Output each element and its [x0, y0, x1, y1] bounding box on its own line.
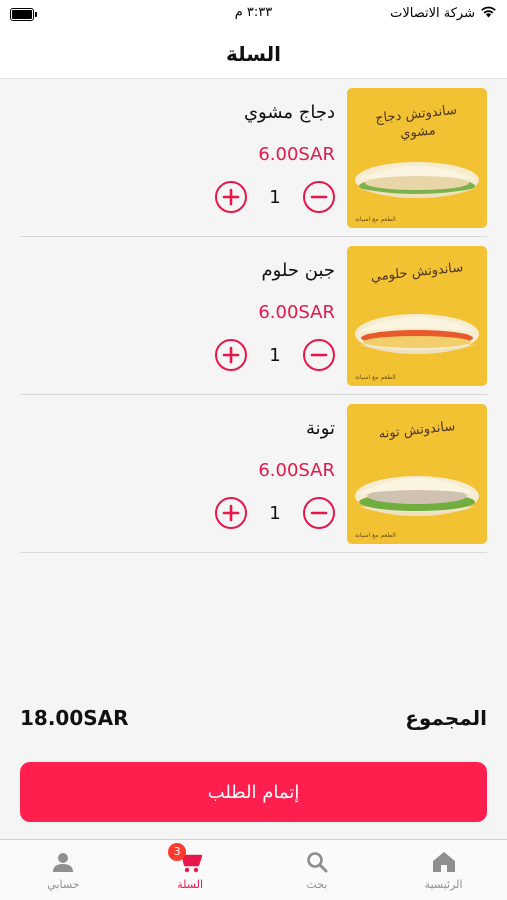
product-image-footer: الطعم مع اسيانة	[355, 532, 396, 539]
item-name: جبن حلوم	[261, 260, 335, 281]
tab-bar: حسابي 3 السلة بحث الرئيسية	[0, 839, 507, 900]
quantity-value: 1	[269, 344, 281, 366]
wifi-icon	[480, 5, 497, 22]
item-price: 6.00SAR	[258, 144, 335, 165]
tab-label: حسابي	[47, 877, 80, 891]
quantity-stepper: 1	[215, 180, 335, 214]
increase-quantity-button[interactable]	[215, 497, 247, 529]
cart-icon: 3	[168, 842, 203, 874]
sandwich-illustration	[355, 476, 479, 516]
nav-bar: السلة	[0, 30, 507, 79]
status-bar: ٣:٣٣ م شركة الاتصالات	[0, 0, 507, 30]
product-image[interactable]: ساندوتش حلومي الطعم مع اسيانة	[347, 246, 487, 386]
increase-quantity-button[interactable]	[215, 339, 247, 371]
item-price: 6.00SAR	[258, 460, 335, 481]
plus-icon	[222, 504, 240, 522]
home-icon	[431, 850, 457, 874]
cart-list: ساندوتش دجاج مشوي الطعم مع اسيانة دجاج م…	[20, 88, 487, 553]
decrease-quantity-button[interactable]	[302, 181, 335, 213]
cart-item: ساندوتش حلومي الطعم مع اسيانة جبن حلوم 6…	[20, 246, 487, 395]
item-price: 6.00SAR	[258, 302, 335, 323]
quantity-stepper: 1	[215, 496, 335, 530]
sandwich-illustration	[355, 314, 479, 354]
product-image-footer: الطعم مع اسيانة	[355, 374, 396, 381]
cart-item: ساندوتش تونه الطعم مع اسيانة تونة 6.00SA…	[20, 404, 487, 553]
tab-label: بحث	[306, 877, 328, 891]
tab-account[interactable]: حسابي	[0, 840, 127, 900]
tab-label: السلة	[177, 877, 203, 891]
quantity-value: 1	[269, 502, 281, 524]
tab-home[interactable]: الرئيسية	[380, 840, 507, 900]
product-image[interactable]: ساندوتش دجاج مشوي الطعم مع اسيانة	[347, 88, 487, 228]
tab-cart[interactable]: 3 السلة	[127, 840, 254, 900]
increase-quantity-button[interactable]	[215, 181, 247, 213]
checkout-button[interactable]: إتمام الطلب	[20, 762, 487, 822]
cart-count-badge: 3	[168, 842, 187, 861]
quantity-stepper: 1	[215, 338, 335, 372]
item-name: دجاج مشوي	[243, 102, 335, 123]
minus-icon	[310, 353, 328, 357]
minus-icon	[310, 511, 328, 515]
checkout-button-label: إتمام الطلب	[207, 781, 300, 803]
tab-label: الرئيسية	[424, 877, 463, 891]
tab-search[interactable]: بحث	[254, 840, 381, 900]
product-image[interactable]: ساندوتش تونه الطعم مع اسيانة	[347, 404, 487, 544]
quantity-value: 1	[269, 186, 281, 208]
sandwich-illustration	[355, 162, 479, 198]
status-carrier: شركة الاتصالات	[390, 5, 497, 22]
cart-item: ساندوتش دجاج مشوي الطعم مع اسيانة دجاج م…	[20, 88, 487, 237]
item-name: تونة	[306, 418, 335, 439]
plus-icon	[222, 346, 240, 364]
product-image-footer: الطعم مع اسيانة	[355, 216, 396, 223]
carrier-name: شركة الاتصالات	[390, 6, 475, 21]
person-icon	[50, 850, 76, 874]
total-value: 18.00SAR	[20, 706, 129, 730]
decrease-quantity-button[interactable]	[302, 339, 335, 371]
minus-icon	[310, 195, 328, 199]
search-icon	[304, 850, 330, 874]
total-label: المجموع	[405, 706, 487, 730]
page-title: السلة	[225, 42, 281, 66]
decrease-quantity-button[interactable]	[302, 497, 335, 529]
total-row: 18.00SAR المجموع	[20, 700, 487, 736]
plus-icon	[222, 188, 240, 206]
